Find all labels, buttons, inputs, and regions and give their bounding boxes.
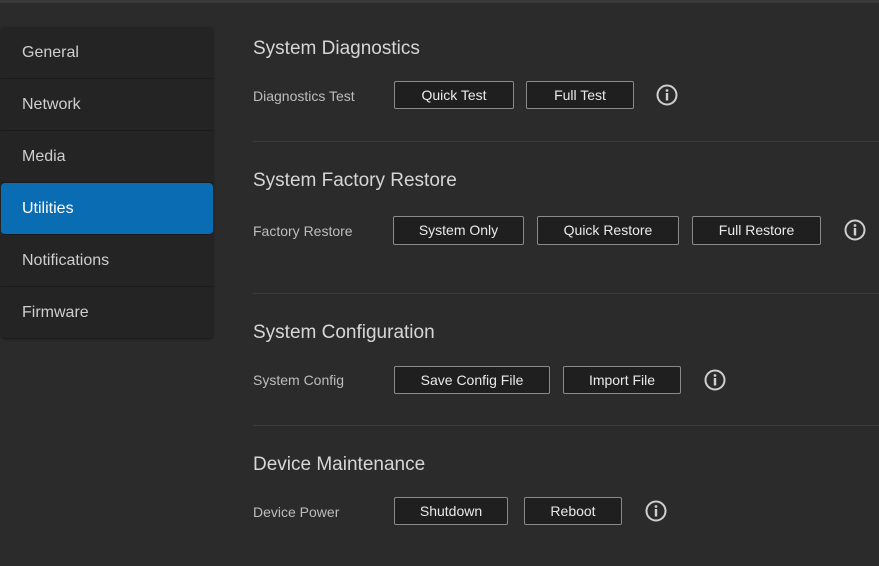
sidebar-item-network[interactable]: Network [1,79,213,131]
info-icon[interactable] [704,369,726,391]
device-power-label: Device Power [253,504,340,520]
system-only-button[interactable]: System Only [393,216,524,245]
full-test-button[interactable]: Full Test [526,81,634,109]
sidebar-item-notifications[interactable]: Notifications [1,235,213,287]
section-title: System Configuration [253,322,435,343]
section-title: System Factory Restore [253,170,457,191]
info-icon[interactable] [656,84,678,106]
save-config-file-button[interactable]: Save Config File [394,366,550,394]
sidebar-item-general[interactable]: General [1,27,213,79]
top-border [0,0,879,3]
import-file-button[interactable]: Import File [563,366,681,394]
sidebar-item-utilities[interactable]: Utilities [1,183,213,235]
sidebar-nav: General Network Media Utilities Notifica… [1,27,213,338]
sidebar-item-media[interactable]: Media [1,131,213,183]
shutdown-button[interactable]: Shutdown [394,497,508,525]
diagnostics-test-label: Diagnostics Test [253,88,355,104]
info-icon[interactable] [645,500,667,522]
factory-restore-label: Factory Restore [253,223,353,239]
diagnostics-section: System Diagnostics Diagnostics Test Quic… [253,36,879,126]
info-icon[interactable] [844,219,866,241]
factory-restore-section: System Factory Restore Factory Restore S… [253,168,879,268]
quick-restore-button[interactable]: Quick Restore [537,216,679,245]
sidebar-item-firmware[interactable]: Firmware [1,287,213,338]
section-divider [253,293,879,294]
reboot-button[interactable]: Reboot [524,497,622,525]
system-config-label: System Config [253,372,345,388]
full-restore-button[interactable]: Full Restore [692,216,821,245]
quick-test-button[interactable]: Quick Test [394,81,514,109]
maintenance-section: Device Maintenance Device Power Shutdown… [253,452,879,542]
section-divider [253,141,879,142]
section-title: System Diagnostics [253,38,420,59]
section-divider [253,425,879,426]
section-title: Device Maintenance [253,454,426,475]
configuration-section: System Configuration System Config Save … [253,320,879,410]
